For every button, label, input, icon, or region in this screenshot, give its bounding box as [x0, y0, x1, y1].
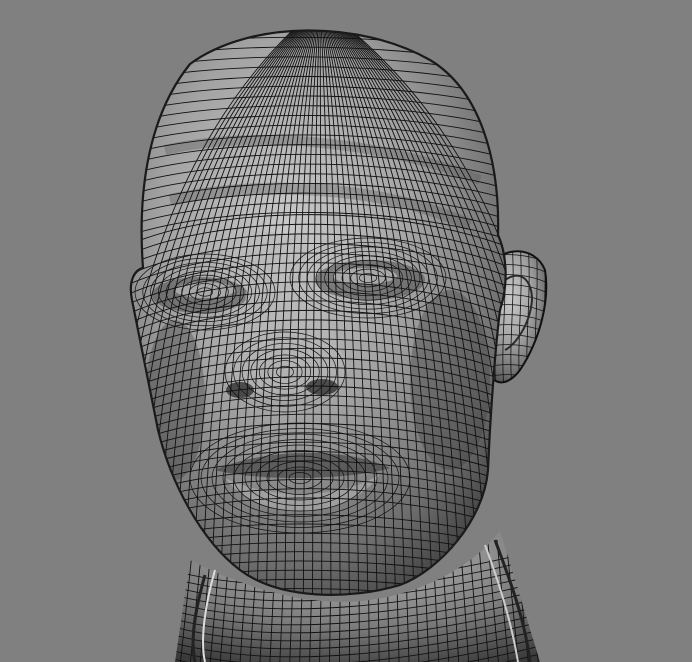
3d-viewport[interactable]: [0, 0, 692, 662]
wireframe-head-render: [129, 29, 548, 662]
